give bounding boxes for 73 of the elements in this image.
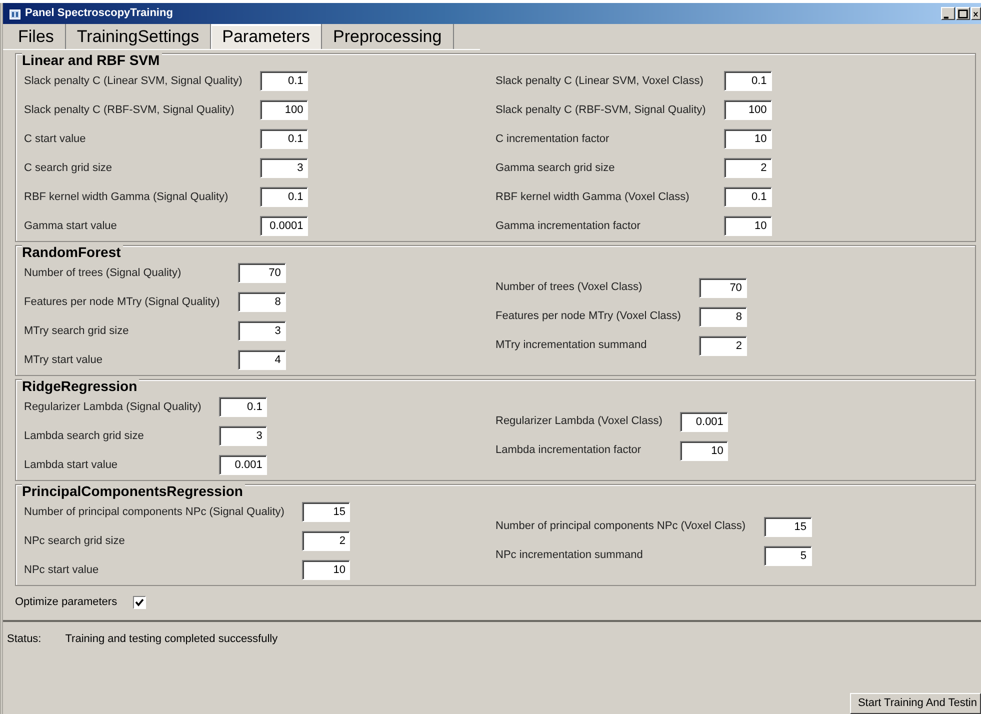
parameter-field[interactable]: 4 [238,350,286,370]
parameter-field[interactable]: 0.1 [260,129,308,149]
parameter-field[interactable]: 0.1 [219,397,268,417]
parameter-label: C search grid size [24,160,114,176]
parameter-label: Lambda incrementation factor [496,443,642,458]
parameter-field[interactable]: 8 [698,306,747,326]
parameter-label: MTry search grid size [24,324,130,339]
parameter-field[interactable]: 70 [238,263,286,283]
parameter-label: Number of principal components NPc (Signal Quality) [24,504,284,520]
tab[interactable]: Parameters [211,24,322,49]
parameter-field[interactable]: 0.001 [680,412,728,432]
parameter-label: NPc start value [24,562,100,578]
parameter-field[interactable]: 100 [724,100,772,120]
parameter-label: Lambda search grid size [24,428,145,444]
start-button[interactable]: Start Training And Testin [850,693,981,714]
parameter-label: Regularizer Lambda (Voxel Class) [496,414,662,430]
status-label: Status: [7,632,42,647]
minimize-icon[interactable] [941,7,955,20]
window-title: Panel SpectroscopyTraining [25,6,173,22]
parameter-field[interactable]: 10 [680,440,728,460]
parameter-label: NPc incrementation summand [496,548,644,564]
parameter-field[interactable]: 0.1 [260,71,308,91]
parameter-field[interactable]: 10 [724,216,772,236]
parameter-label: Slack penalty C (Linear SVM, Signal Quality) [24,74,242,89]
parameter-field[interactable]: 2 [724,158,772,178]
parameter-field[interactable]: 3 [219,426,268,446]
parameter-label: Regularizer Lambda (Signal Quality) [24,400,202,415]
parameter-field[interactable]: 100 [260,100,308,120]
parameter-field[interactable]: 0.001 [219,455,268,475]
parameter-field[interactable]: 3 [238,321,286,341]
parameter-field[interactable]: 15 [764,516,812,536]
parameter-label: MTry start value [24,352,104,368]
parameter-field[interactable]: 70 [698,278,747,298]
parameter-field[interactable]: 2 [698,336,747,356]
parameter-field[interactable]: 15 [302,502,350,522]
parameter-field[interactable]: 8 [238,292,286,312]
parameter-label: RBF kernel width Gamma (Voxel Class) [496,190,690,205]
parameter-label: Slack penalty C (RBF-SVM, Signal Quality) [496,102,706,118]
parameter-label: C start value [24,132,87,147]
parameter-field[interactable]: 0.0001 [260,216,308,236]
parameter-label: Slack penalty C (RBF-SVM, Signal Quality) [24,102,236,118]
parameter-label: Features per node MTry (Signal Quality) [24,294,220,310]
parameter-field[interactable]: 3 [260,158,308,178]
parameter-field[interactable]: 0.1 [260,187,308,207]
parameter-field[interactable]: 0.1 [724,187,772,207]
parameter-field[interactable]: 5 [764,546,812,566]
close-icon[interactable] [971,7,981,20]
parameter-field[interactable]: 10 [724,129,772,149]
tab[interactable]: Files [7,24,66,49]
maximize-icon[interactable] [956,7,970,20]
parameter-label: Gamma incrementation factor [496,218,642,234]
parameter-field[interactable]: 2 [302,531,350,551]
parameter-label: MTry incrementation summand [496,338,648,354]
optimize-checkbox[interactable] [133,596,146,608]
tab[interactable]: Preprocessing [322,24,454,49]
group-title: PrincipalComponentsRegression [22,481,245,502]
group-title: RidgeRegression [22,376,140,397]
parameter-label: Features per node MTry (Voxel Class) [496,309,681,324]
parameter-label: Gamma search grid size [496,160,616,176]
parameter-label: Number of trees (Signal Quality) [24,266,182,281]
status-text: Training and testing completed successfully [65,632,278,647]
parameter-field[interactable]: 10 [302,560,350,580]
parameter-label: Number of trees (Voxel Class) [496,280,644,296]
parameter-label: NPc search grid size [24,534,126,549]
app-icon [9,8,21,20]
parameter-label: RBF kernel width Gamma (Signal Quality) [24,190,230,205]
checkbox-label: Optimize parameters [15,594,118,610]
parameter-label: C incrementation factor [496,132,610,147]
parameter-label: Number of principal components NPc (Voxel Class) [496,519,746,534]
parameter-label: Gamma start value [24,218,118,234]
parameter-label: Slack penalty C (Linear SVM, Voxel Class) [496,74,704,89]
parameter-label: Lambda start value [24,458,119,473]
parameter-field[interactable]: 0.1 [724,71,772,91]
